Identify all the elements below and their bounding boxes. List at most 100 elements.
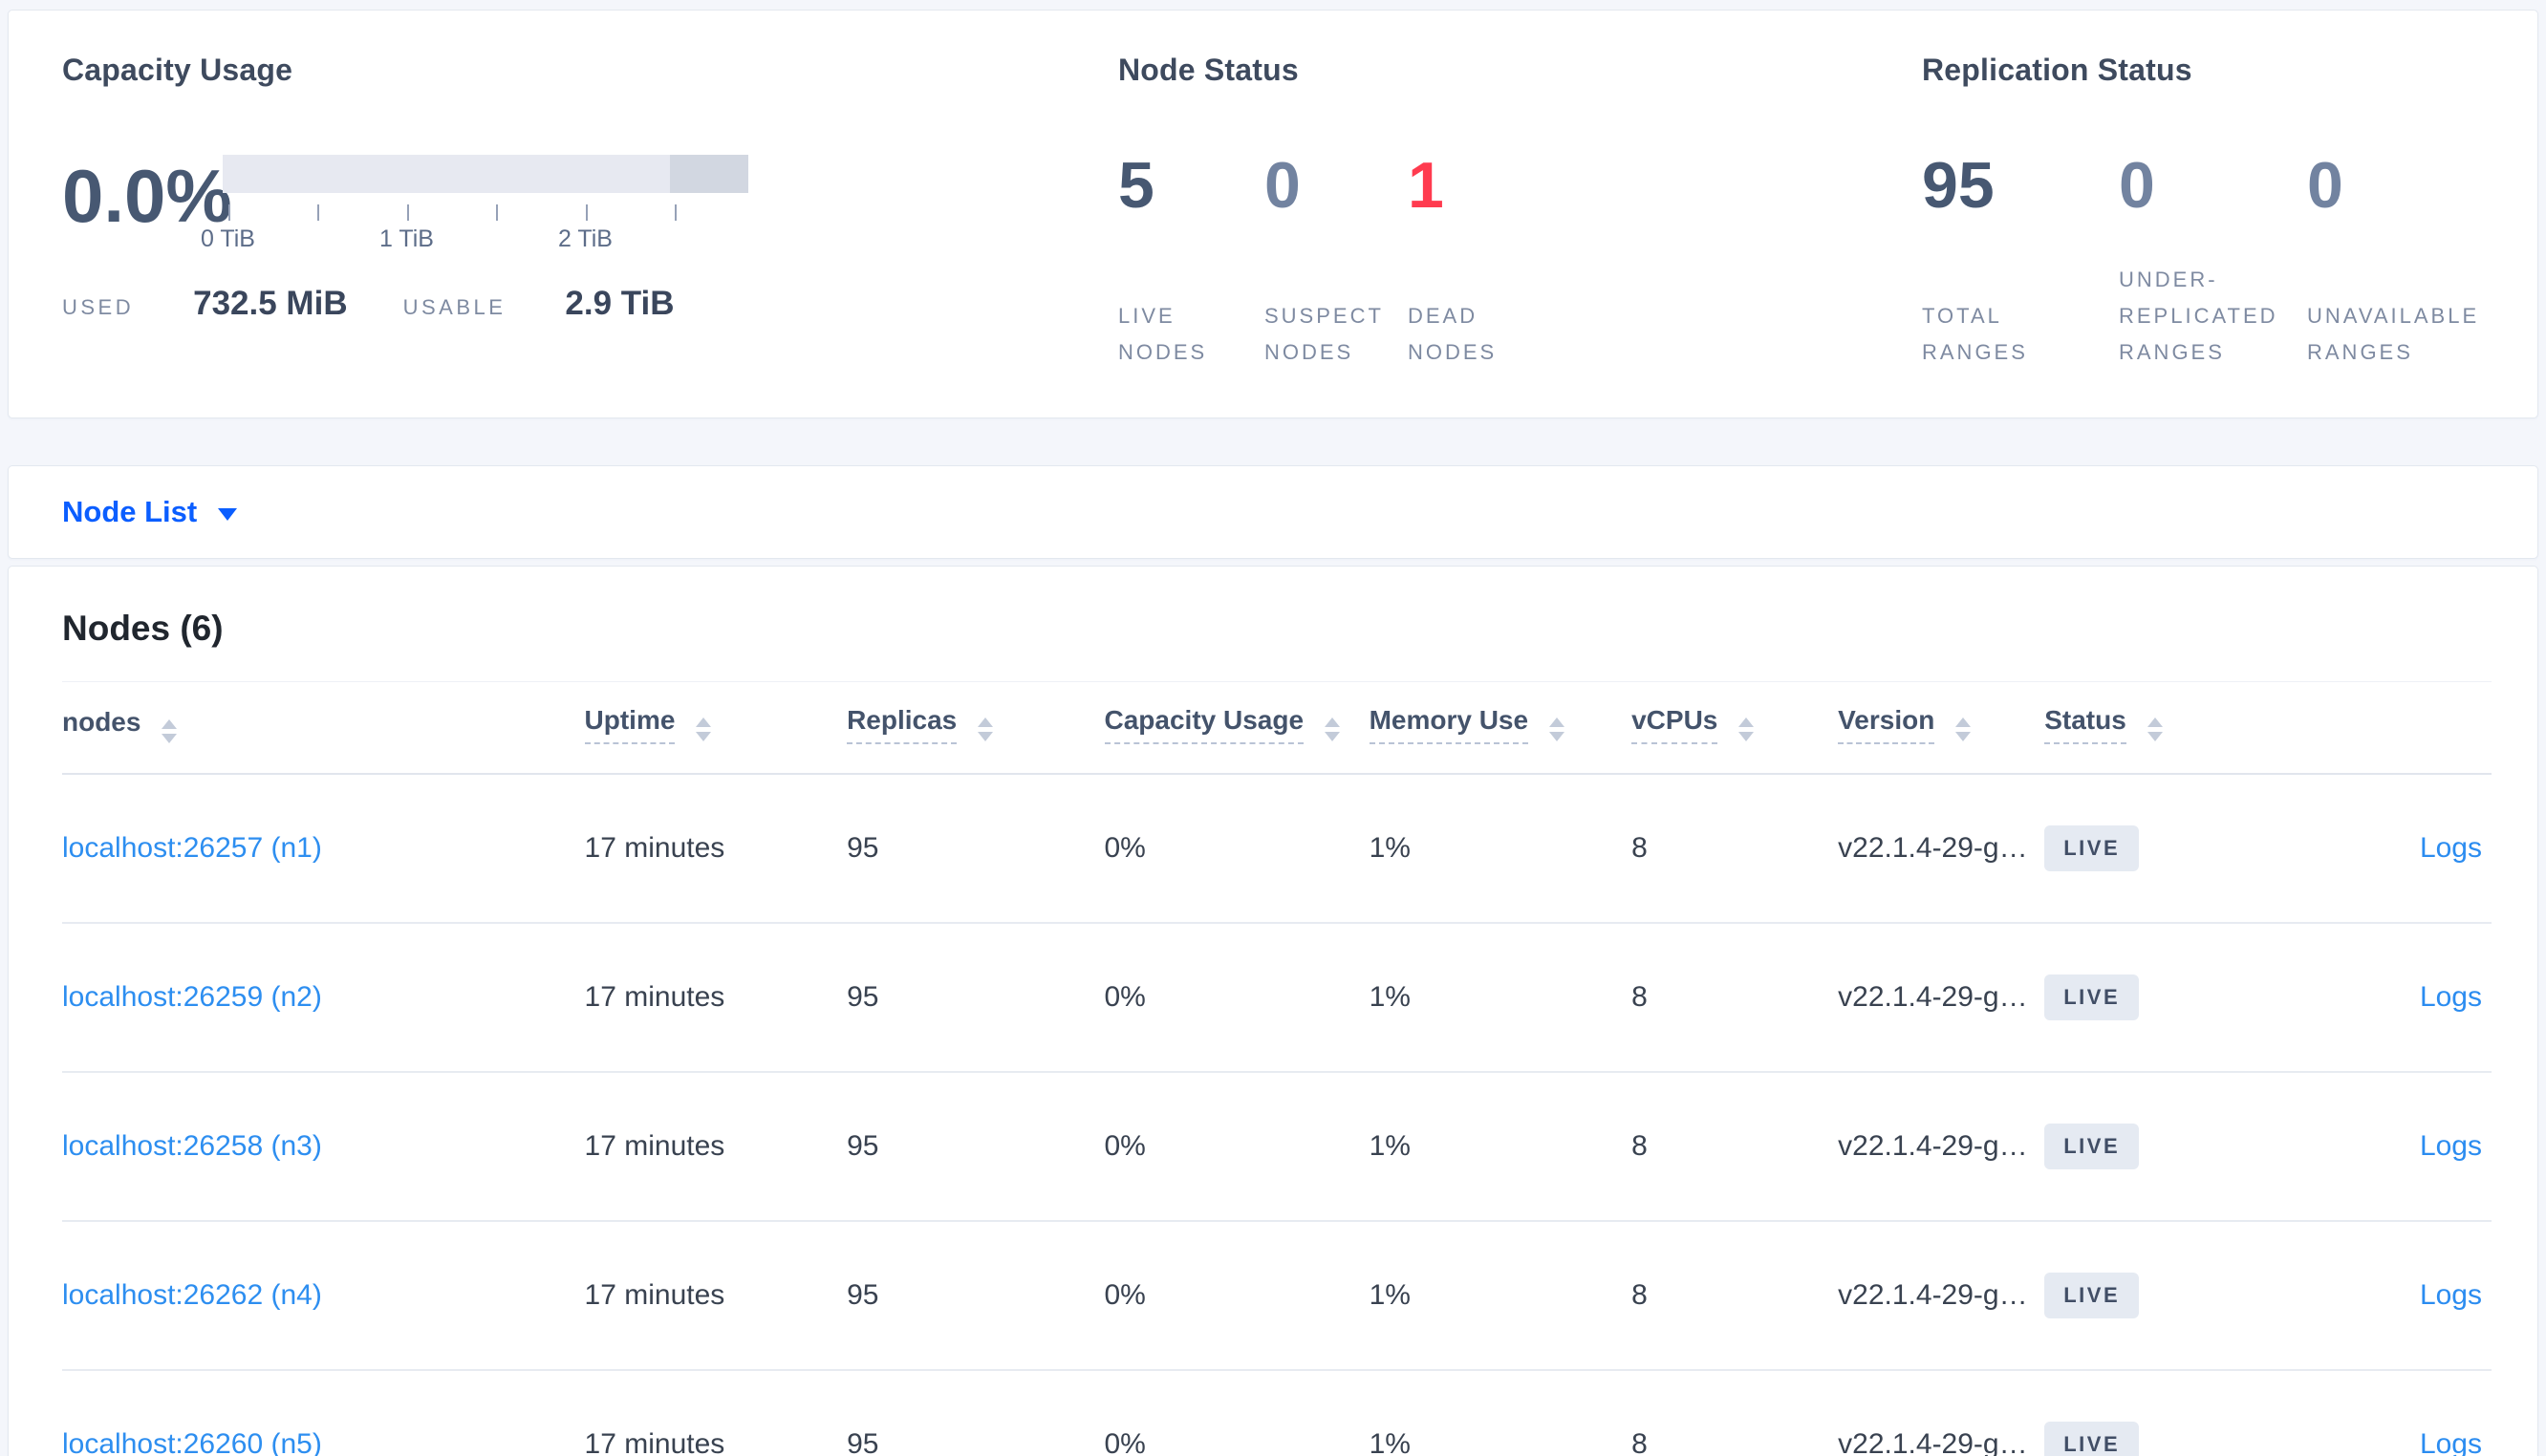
table-header-row: nodes Uptime Replicas Capacity Usage Mem… — [62, 681, 2492, 775]
nodes-panel: Nodes (6) nodes Uptime Replicas Capacity… — [8, 566, 2538, 1456]
dead-nodes-metric: 1 DEAD NODES — [1408, 153, 1497, 371]
used-value: 732.5 MiB — [193, 285, 348, 322]
capacity-cell: 0% — [1104, 923, 1370, 1073]
sort-icon — [978, 717, 994, 741]
uptime-cell: 17 minutes — [584, 1221, 848, 1371]
capacity-cell: 0% — [1104, 774, 1370, 924]
used-label: USED — [62, 295, 135, 319]
capacity-usage-title: Capacity Usage — [62, 53, 293, 87]
cluster-summary-panel: Capacity Usage 0.0% 0 TiB 1 TiB 2 TiB US… — [8, 10, 2538, 418]
logs-link[interactable]: Logs — [2420, 981, 2482, 1013]
capacity-axis-ticks — [223, 201, 748, 224]
sort-icon — [696, 717, 712, 741]
nodes-section-title: Nodes (6) — [62, 609, 224, 648]
usable-label: USABLE — [402, 295, 507, 319]
column-header-capacity-usage[interactable]: Capacity Usage — [1104, 681, 1370, 775]
live-nodes-label: LIVE NODES — [1118, 304, 1208, 364]
column-header-version[interactable]: Version — [1838, 681, 2045, 775]
status-badge: LIVE — [2044, 825, 2140, 871]
status-badge: LIVE — [2044, 1273, 2140, 1318]
suspect-nodes-metric: 0 SUSPECT NODES — [1264, 153, 1408, 371]
replicas-cell: 95 — [847, 774, 1105, 924]
replication-status-section: Replication Status 95 TOTAL RANGES 0 UND… — [1922, 11, 2537, 418]
total-ranges-count: 95 — [1922, 149, 1995, 222]
version-cell: v22.1.4-29-g… — [1838, 1221, 2045, 1371]
capacity-bar-segment — [669, 155, 748, 193]
suspect-nodes-label: SUSPECT NODES — [1264, 304, 1384, 364]
sort-icon — [1738, 717, 1755, 741]
axis-label-0tib: 0 TiB — [201, 225, 255, 252]
table-row: localhost:26259 (n2) 17 minutes 95 0% 1%… — [62, 923, 2492, 1073]
logs-link[interactable]: Logs — [2420, 1130, 2482, 1162]
logs-link[interactable]: Logs — [2420, 832, 2482, 864]
under-replicated-ranges-label: UNDER- REPLICATED RANGES — [2119, 268, 2278, 364]
vcpus-cell: 8 — [1631, 1072, 1839, 1222]
vcpus-cell: 8 — [1631, 774, 1839, 924]
capacity-bar-track — [223, 155, 748, 193]
node-status-section: Node Status 5 LIVE NODES 0 SUSPECT NODES… — [1118, 11, 1922, 418]
version-cell: v22.1.4-29-g… — [1838, 1370, 2045, 1456]
column-header-nodes[interactable]: nodes — [62, 681, 585, 775]
node-link[interactable]: localhost:26257 (n1) — [62, 832, 322, 864]
replicas-cell: 95 — [847, 1072, 1105, 1222]
sort-icon — [2147, 717, 2163, 741]
dead-nodes-label: DEAD NODES — [1408, 304, 1498, 364]
total-ranges-label: TOTAL RANGES — [1922, 304, 2028, 364]
replication-status-title: Replication Status — [1922, 53, 2192, 87]
memory-cell: 1% — [1369, 1370, 1632, 1456]
uptime-cell: 17 minutes — [584, 1072, 848, 1222]
suspect-nodes-count: 0 — [1264, 149, 1301, 222]
column-header-memory-use[interactable]: Memory Use — [1369, 681, 1632, 775]
column-header-status[interactable]: Status — [2044, 681, 2280, 775]
replicas-cell: 95 — [847, 1370, 1105, 1456]
version-cell: v22.1.4-29-g… — [1838, 923, 2045, 1073]
node-link[interactable]: localhost:26262 (n4) — [62, 1279, 322, 1311]
unavailable-ranges-count: 0 — [2307, 149, 2343, 222]
total-ranges-metric: 95 TOTAL RANGES — [1922, 153, 2119, 371]
table-row: localhost:26262 (n4) 17 minutes 95 0% 1%… — [62, 1221, 2492, 1371]
sort-icon — [1324, 717, 1340, 741]
table-row: localhost:26258 (n3) 17 minutes 95 0% 1%… — [62, 1072, 2492, 1222]
version-cell: v22.1.4-29-g… — [1838, 1072, 2045, 1222]
memory-cell: 1% — [1369, 1072, 1632, 1222]
capacity-cell: 0% — [1104, 1072, 1370, 1222]
table-row: localhost:26257 (n1) 17 minutes 95 0% 1%… — [62, 774, 2492, 924]
capacity-used-percent: 0.0% — [62, 154, 232, 238]
node-list-dropdown-label: Node List — [62, 495, 198, 528]
node-link[interactable]: localhost:26260 (n5) — [62, 1428, 322, 1456]
capacity-cell: 0% — [1104, 1370, 1370, 1456]
capacity-bar-chart: 0 TiB 1 TiB 2 TiB — [201, 151, 748, 256]
status-badge: LIVE — [2044, 1124, 2140, 1169]
node-status-title: Node Status — [1118, 53, 1299, 87]
memory-cell: 1% — [1369, 1221, 1632, 1371]
column-header-uptime[interactable]: Uptime — [584, 681, 848, 775]
column-header-logs — [2279, 681, 2492, 775]
chevron-down-icon — [218, 507, 238, 521]
live-nodes-count: 5 — [1118, 149, 1154, 222]
capacity-cell: 0% — [1104, 1221, 1370, 1371]
sort-icon — [1955, 717, 1972, 741]
vcpus-cell: 8 — [1631, 1221, 1839, 1371]
node-link[interactable]: localhost:26259 (n2) — [62, 981, 322, 1013]
usable-value: 2.9 TiB — [565, 285, 675, 322]
status-badge: LIVE — [2044, 974, 2140, 1020]
sort-icon — [162, 718, 178, 743]
axis-label-2tib: 2 TiB — [558, 225, 613, 252]
unavailable-ranges-metric: 0 UNAVAILABLE RANGES — [2307, 153, 2479, 371]
logs-link[interactable]: Logs — [2420, 1428, 2482, 1456]
table-row: localhost:26260 (n5) 17 minutes 95 0% 1%… — [62, 1370, 2492, 1456]
column-header-vcpus[interactable]: vCPUs — [1631, 681, 1839, 775]
column-header-replicas[interactable]: Replicas — [847, 681, 1105, 775]
logs-link[interactable]: Logs — [2420, 1279, 2482, 1311]
node-list-dropdown[interactable]: Node List — [62, 495, 238, 529]
uptime-cell: 17 minutes — [584, 923, 848, 1073]
view-selector-bar: Node List — [8, 465, 2538, 559]
replicas-cell: 95 — [847, 923, 1105, 1073]
live-nodes-metric: 5 LIVE NODES — [1118, 153, 1264, 371]
unavailable-ranges-label: UNAVAILABLE RANGES — [2307, 304, 2480, 364]
capacity-usage-section: Capacity Usage 0.0% 0 TiB 1 TiB 2 TiB US… — [9, 11, 1118, 418]
uptime-cell: 17 minutes — [584, 1370, 848, 1456]
vcpus-cell: 8 — [1631, 923, 1839, 1073]
vcpus-cell: 8 — [1631, 1370, 1839, 1456]
node-link[interactable]: localhost:26258 (n3) — [62, 1130, 322, 1162]
